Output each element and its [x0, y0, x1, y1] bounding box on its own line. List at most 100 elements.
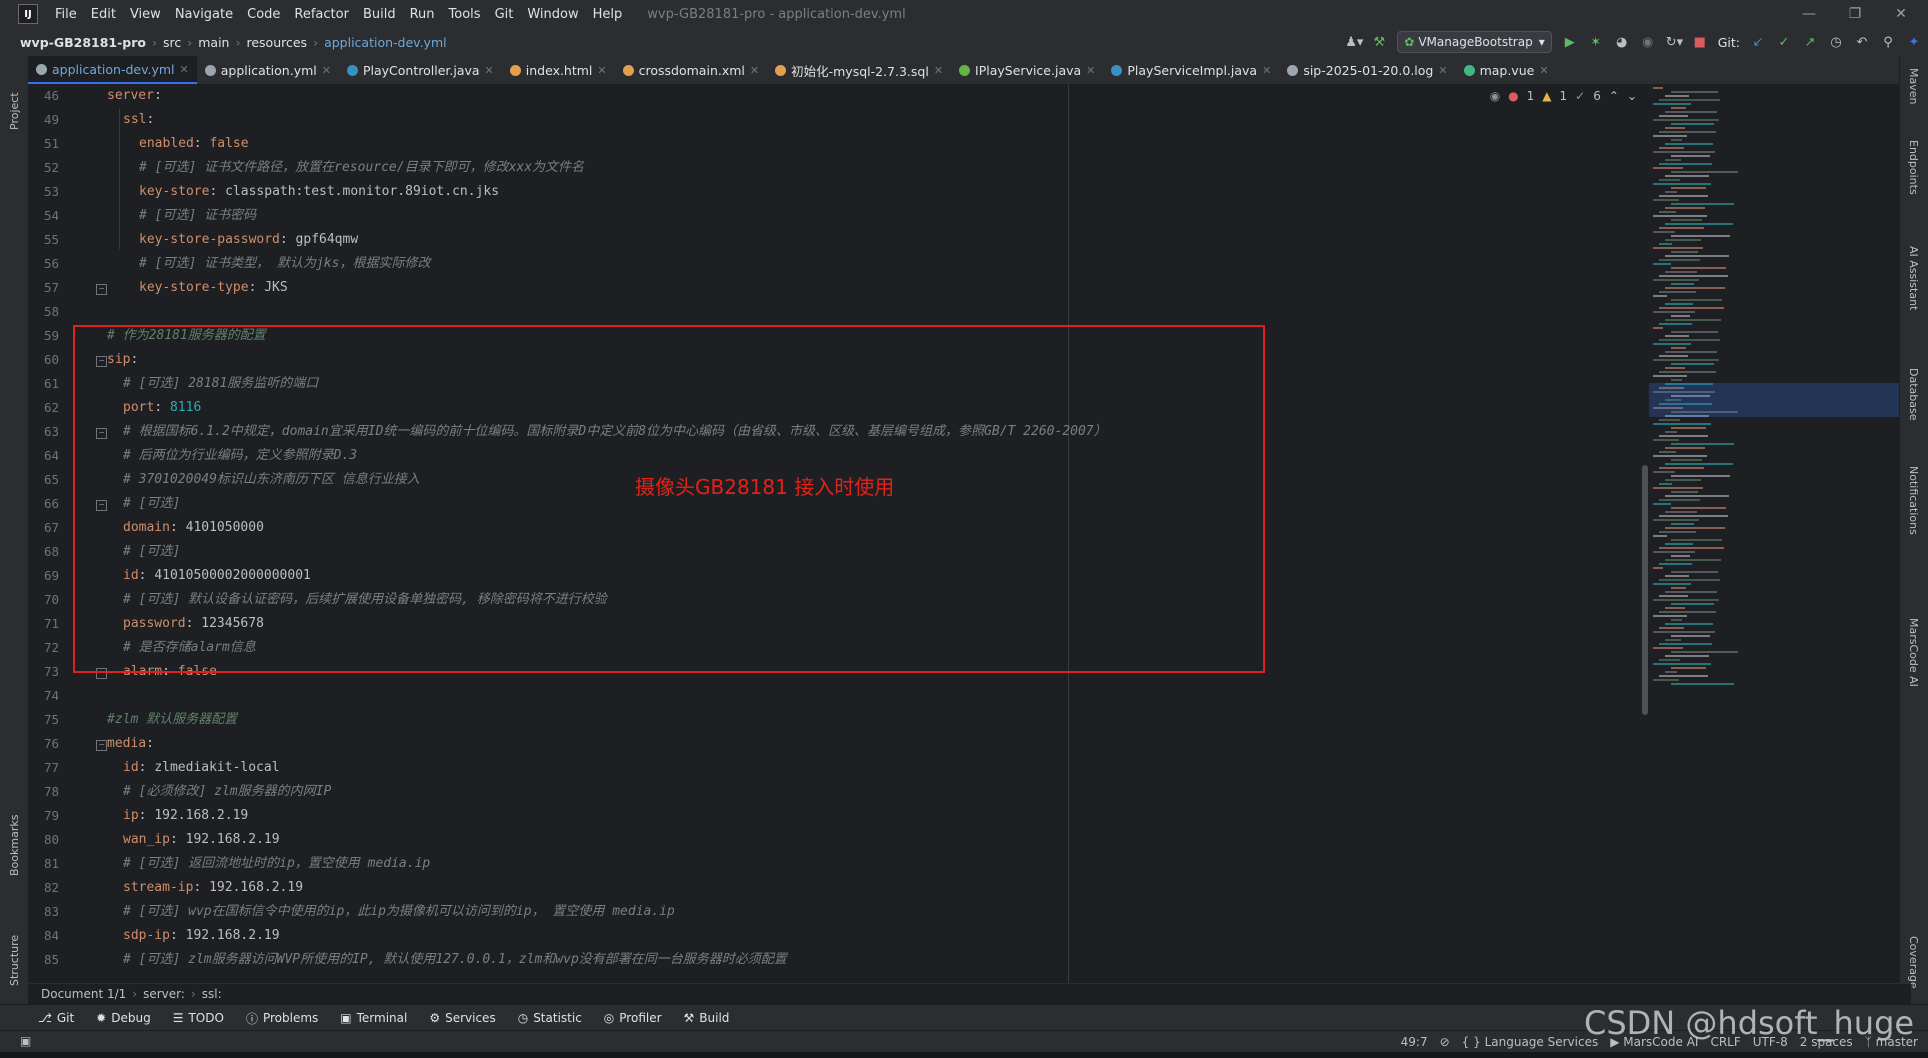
breadcrumb-item[interactable]: resources	[244, 35, 309, 50]
code-line[interactable]: enabled: false	[139, 132, 249, 156]
menu-help[interactable]: Help	[586, 7, 630, 22]
toggle-panels-icon[interactable]: ▣	[20, 1034, 31, 1048]
menu-file[interactable]: File	[48, 7, 84, 22]
code-line[interactable]: media:	[107, 732, 162, 756]
editor-breadcrumb-item[interactable]: ssl:	[202, 987, 222, 1001]
code-line[interactable]: # [可选] zlm服务器访问WVP所使用的IP, 默认使用127.0.0.1，…	[123, 948, 787, 972]
ai-icon[interactable]: ✦	[1906, 35, 1922, 50]
project-tool-button[interactable]: Project	[8, 92, 21, 130]
profiler-icon[interactable]: ◉	[1640, 35, 1656, 50]
code-line[interactable]: # [可选] 返回流地址时的ip，置空使用 media.ip	[123, 852, 430, 876]
history-icon[interactable]: ◷	[1828, 35, 1844, 50]
ai-assistant-tool-button[interactable]: AI Assistant	[1907, 246, 1920, 310]
tool-git[interactable]: ⎇ Git	[38, 1011, 74, 1025]
editor-tab[interactable]: crossdomain.xml ✕	[615, 56, 767, 84]
tool-profiler[interactable]: ◎ Profiler	[604, 1011, 662, 1025]
next-highlight-icon[interactable]: ⌄	[1627, 89, 1637, 103]
code-line[interactable]: key-store-password: gpf64qmw	[139, 228, 358, 252]
editor-tab[interactable]: application-dev.yml ✕	[28, 56, 197, 84]
menu-edit[interactable]: Edit	[84, 7, 123, 22]
menu-view[interactable]: View	[123, 7, 168, 22]
editor-tab[interactable]: PlayServiceImpl.java ✕	[1103, 56, 1279, 84]
menu-window[interactable]: Window	[520, 7, 585, 22]
close-tab-icon[interactable]: ✕	[180, 63, 189, 76]
stop-icon[interactable]: ■	[1692, 35, 1708, 50]
bookmarks-tool-button[interactable]: Bookmarks	[8, 815, 21, 876]
editor-tab[interactable]: IPlayService.java ✕	[951, 56, 1103, 84]
breadcrumb-item[interactable]: application-dev.yml	[322, 35, 449, 50]
code-line[interactable]: stream-ip: 192.168.2.19	[123, 876, 303, 900]
menu-build[interactable]: Build	[356, 7, 403, 22]
minimap-viewport[interactable]	[1649, 383, 1899, 417]
code-line[interactable]: ssl:	[123, 108, 162, 132]
code-minimap[interactable]	[1649, 85, 1899, 983]
menu-run[interactable]: Run	[403, 7, 442, 22]
close-icon[interactable]: ✕	[1878, 0, 1924, 28]
breadcrumb-item[interactable]: src	[161, 35, 183, 50]
git-push-icon[interactable]: ↗	[1802, 35, 1818, 50]
menu-tools[interactable]: Tools	[442, 7, 488, 22]
notifications-tool-button[interactable]: Notifications	[1907, 466, 1920, 535]
structure-tool-button[interactable]: Structure	[8, 935, 21, 986]
code-line[interactable]: ip: 192.168.2.19	[123, 804, 248, 828]
minimize-icon[interactable]: —	[1786, 0, 1832, 28]
editor-breadcrumb-item[interactable]: server:	[143, 987, 185, 1001]
tool-todo[interactable]: ☰ TODO	[173, 1011, 224, 1025]
close-tab-icon[interactable]: ✕	[750, 64, 759, 77]
editor-scrollbar[interactable]	[1642, 465, 1648, 715]
database-tool-button[interactable]: Database	[1907, 368, 1920, 421]
tool-problems[interactable]: ⓘ Problems	[246, 1010, 318, 1027]
tool-build[interactable]: ⚒ Build	[684, 1011, 730, 1025]
tool-debug[interactable]: ✹ Debug	[96, 1011, 151, 1025]
code-line[interactable]: wan_ip: 192.168.2.19	[123, 828, 280, 852]
fold-icon[interactable]: −	[96, 740, 107, 751]
app-logo-icon[interactable]: IJ	[18, 4, 38, 24]
close-tab-icon[interactable]: ✕	[934, 64, 943, 77]
maven-tool-button[interactable]: Maven	[1907, 68, 1920, 104]
menu-navigate[interactable]: Navigate	[168, 7, 240, 22]
marscode-tool-button[interactable]: MarsCode AI	[1907, 618, 1920, 687]
code-line[interactable]: sdp-ip: 192.168.2.19	[123, 924, 280, 948]
menu-git[interactable]: Git	[488, 7, 521, 22]
code-editor[interactable]: 46 49 51 52 53 54 55 56 57−58 59 60−61 62 63−64 65 66−…	[29, 85, 1899, 983]
code-line[interactable]: key-store-type: JKS	[139, 276, 288, 300]
git-commit-icon[interactable]: ✓	[1776, 35, 1792, 50]
code-line[interactable]: key-store: classpath:test.monitor.89iot.…	[139, 180, 499, 204]
menu-code[interactable]: Code	[240, 7, 287, 22]
menu-refactor[interactable]: Refactor	[287, 7, 356, 22]
coverage-tool-button[interactable]: Coverage	[1907, 936, 1920, 989]
code-line[interactable]: #zlm 默认服务器配置	[107, 708, 237, 732]
restore-icon[interactable]: ❐	[1832, 0, 1878, 28]
editor-tab[interactable]: PlayController.java ✕	[339, 56, 502, 84]
tool-terminal[interactable]: ▣ Terminal	[340, 1011, 407, 1025]
no-lock-icon[interactable]: ⊘	[1440, 1035, 1450, 1049]
breadcrumb-item[interactable]: main	[196, 35, 231, 50]
code-line[interactable]: # [可选] 证书类型， 默认为jks，根据实际修改	[139, 252, 430, 276]
rollback-icon[interactable]: ↶	[1854, 35, 1870, 50]
search-icon[interactable]: ⚲	[1880, 35, 1896, 50]
code-line[interactable]: id: zlmediakit-local	[123, 756, 280, 780]
breadcrumb-item[interactable]: wvp-GB28181-pro	[18, 35, 148, 50]
caret-position[interactable]: 49:7	[1401, 1035, 1428, 1049]
code-line[interactable]: server:	[107, 85, 170, 108]
run-config-select[interactable]: ✿ VManageBootstrap ▾	[1397, 31, 1552, 53]
close-tab-icon[interactable]: ✕	[1086, 64, 1095, 77]
editor-tab[interactable]: 初始化-mysql-2.7.3.sql ✕	[767, 56, 951, 84]
endpoints-tool-button[interactable]: Endpoints	[1907, 140, 1920, 195]
code-line[interactable]: # [可选] 证书文件路径，放置在resource/目录下即可，修改xxx为文件…	[139, 156, 584, 180]
close-tab-icon[interactable]: ✕	[597, 64, 606, 77]
editor-breadcrumb-item[interactable]: Document 1/1	[41, 987, 126, 1001]
code-line[interactable]: # [可选] wvp在国标信令中使用的ip，此ip为摄像机可以访问到的ip， 置…	[123, 900, 675, 924]
close-tab-icon[interactable]: ✕	[1539, 64, 1548, 77]
reader-mode-icon[interactable]: ◉	[1490, 89, 1500, 103]
coverage-icon[interactable]: ◕	[1614, 35, 1630, 50]
git-update-icon[interactable]: ↙	[1750, 35, 1766, 50]
user-icon[interactable]: ♟▾	[1345, 35, 1363, 50]
editor-tab[interactable]: application.yml ✕	[197, 56, 339, 84]
close-tab-icon[interactable]: ✕	[322, 64, 331, 77]
debug-icon[interactable]: ✶	[1588, 35, 1604, 50]
editor-tab[interactable]: index.html ✕	[502, 56, 615, 84]
inspection-widget[interactable]: ◉ ● 1 ▲ 1 ✓ 6 ⌃ ⌄	[1490, 89, 1637, 103]
code-line[interactable]: # [可选] 证书密码	[139, 204, 256, 228]
tool-services[interactable]: ⚙ Services	[429, 1011, 495, 1025]
